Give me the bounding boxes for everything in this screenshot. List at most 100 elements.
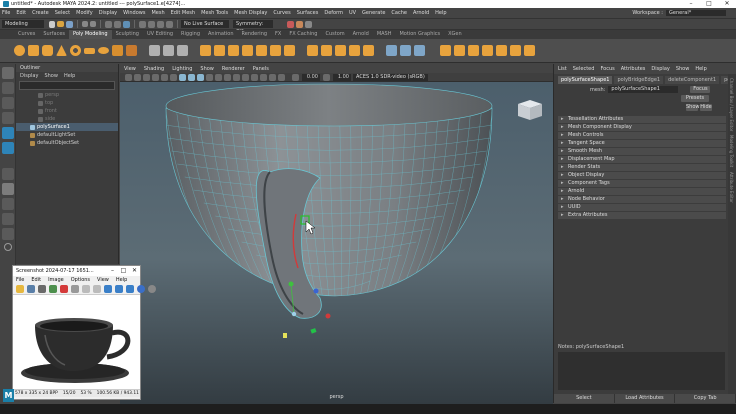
offset-edge-loop-icon[interactable] xyxy=(335,45,346,56)
undo-icon[interactable] xyxy=(82,21,88,27)
poly-cone-icon[interactable] xyxy=(56,45,67,56)
wireframe-icon[interactable] xyxy=(179,73,186,81)
presets-button[interactable]: Presets xyxy=(681,95,709,102)
wedge-icon[interactable] xyxy=(482,45,493,56)
gamma-field[interactable]: 1.00 xyxy=(333,73,351,81)
shelf-tab-mash[interactable]: MASH xyxy=(373,30,396,39)
viewer-maximize-icon[interactable]: □ xyxy=(118,266,129,276)
ae-menu-list[interactable]: List xyxy=(558,66,567,72)
load-attributes-button[interactable]: Load Attributes xyxy=(615,394,676,403)
select-button[interactable]: Select xyxy=(554,394,615,403)
lighting-icon[interactable] xyxy=(215,73,222,81)
ae-tab-polysurfaceshape1[interactable]: polySurfaceShape1 xyxy=(558,75,613,84)
manip-y-handle[interactable] xyxy=(288,281,294,287)
single-perspective-layout-icon[interactable] xyxy=(2,183,14,195)
section-component-tags[interactable]: Component Tags xyxy=(558,180,726,187)
ambient-occlusion-icon[interactable] xyxy=(233,73,240,81)
exposure-field[interactable]: 0.00 xyxy=(302,73,320,81)
image-plane-icon[interactable] xyxy=(143,73,150,81)
next-image-icon[interactable] xyxy=(126,285,134,293)
menu-deform[interactable]: Deform xyxy=(324,10,343,16)
open-folder-icon[interactable] xyxy=(16,285,24,293)
outliner-item[interactable]: front xyxy=(16,107,118,115)
shelf-tab-custom[interactable]: Custom xyxy=(321,30,348,39)
show-button[interactable]: Show xyxy=(686,104,700,111)
wireframe-on-shaded-icon[interactable] xyxy=(197,73,204,81)
quad-draw-icon[interactable] xyxy=(363,45,374,56)
poly-cube-icon[interactable] xyxy=(28,45,39,56)
shelf-tab-fx[interactable]: FX xyxy=(271,30,285,39)
menu-edit[interactable]: Edit xyxy=(16,10,26,16)
focus-button[interactable]: Focus xyxy=(690,86,711,93)
viewport-menu-lighting[interactable]: Lighting xyxy=(172,66,192,72)
cup-mesh-view[interactable] xyxy=(120,82,553,404)
viewer-title-bar[interactable]: Screenshot 2024-07-17 1651... – □ ✕ xyxy=(13,266,140,276)
shelf-tab-fx-caching[interactable]: FX Caching xyxy=(285,30,321,39)
menu-create[interactable]: Create xyxy=(32,10,49,16)
manip-center-handle[interactable] xyxy=(291,311,297,317)
gamma-icon[interactable] xyxy=(323,73,330,81)
anti-aliasing-icon[interactable] xyxy=(251,73,258,81)
smooth-icon[interactable] xyxy=(200,45,211,56)
viewport-menu-panels[interactable]: Panels xyxy=(253,66,269,72)
save-icon[interactable] xyxy=(38,285,46,293)
new-scene-icon[interactable] xyxy=(49,20,55,28)
side-tab-channel-box-layer-editor[interactable]: Channel Box / Layer Editor xyxy=(729,78,734,131)
xray-joints-icon[interactable] xyxy=(278,73,285,81)
motion-blur-icon[interactable] xyxy=(242,73,249,81)
menu-help[interactable]: Help xyxy=(435,10,446,16)
live-surface-field[interactable]: No Live Surface xyxy=(181,20,229,28)
menu-modify[interactable]: Modify xyxy=(76,10,93,16)
collapse-icon[interactable] xyxy=(496,45,507,56)
shelf-tab-uv-editing[interactable]: UV Editing xyxy=(143,30,177,39)
symmetry-dropdown[interactable]: Symmetry: Off xyxy=(233,20,273,35)
manip-x-handle[interactable] xyxy=(325,313,331,319)
menu-mesh[interactable]: Mesh xyxy=(151,10,164,16)
manip-z-handle[interactable] xyxy=(313,288,319,294)
textured-icon[interactable] xyxy=(206,73,213,81)
ae-tab-polybridgeedge1[interactable]: polyBridgeEdge1 xyxy=(614,75,664,84)
film-gate-icon[interactable] xyxy=(161,73,168,81)
viewer-menu-help[interactable]: Help xyxy=(116,276,127,284)
side-tab-modeling-toolkit[interactable]: Modeling Toolkit xyxy=(729,135,734,167)
append-polygon-icon[interactable] xyxy=(349,45,360,56)
menu-mesh-display[interactable]: Mesh Display xyxy=(234,10,267,16)
poly-plane-icon[interactable] xyxy=(84,47,95,54)
shelf-tab-rendering[interactable]: Rendering xyxy=(238,30,272,39)
poly-torus-icon[interactable] xyxy=(70,45,81,56)
menu-select[interactable]: Select xyxy=(55,10,70,16)
retopologize-icon[interactable] xyxy=(510,45,521,56)
viewer-menu-edit[interactable]: Edit xyxy=(31,276,41,284)
ae-menu-show[interactable]: Show xyxy=(676,66,690,72)
open-scene-icon[interactable] xyxy=(57,21,64,27)
menu-curves[interactable]: Curves xyxy=(273,10,290,16)
redo-icon[interactable] xyxy=(90,21,96,27)
outliner-item[interactable]: defaultLightSet xyxy=(16,131,118,139)
ae-menu-attributes[interactable]: Attributes xyxy=(621,66,646,72)
section-mesh-controls[interactable]: Mesh Controls xyxy=(558,132,726,139)
copy-icon[interactable] xyxy=(82,285,90,293)
viewer-menu-view[interactable]: View xyxy=(97,276,109,284)
outliner-item[interactable]: persp xyxy=(16,91,118,99)
ipr-render-icon[interactable] xyxy=(296,20,303,28)
menu-windows[interactable]: Windows xyxy=(123,10,145,16)
section-object-display[interactable]: Object Display xyxy=(558,172,726,179)
delete-icon[interactable] xyxy=(60,285,68,293)
automatic-mapping-icon[interactable] xyxy=(400,45,411,56)
cut-icon[interactable] xyxy=(71,285,79,293)
section-tangent-space[interactable]: Tangent Space xyxy=(558,140,726,147)
outliner-item[interactable]: defaultObjectSet xyxy=(16,139,118,147)
render-icon[interactable] xyxy=(287,20,294,28)
viewer-menu-file[interactable]: File xyxy=(16,276,24,284)
exposure-icon[interactable] xyxy=(292,73,299,81)
shelf-tab-surfaces[interactable]: Surfaces xyxy=(39,30,69,39)
slideshow-icon[interactable] xyxy=(49,285,57,293)
menu-cache[interactable]: Cache xyxy=(391,10,407,16)
menu-set-dropdown[interactable]: Modeling xyxy=(2,20,44,28)
manip-plane-handle[interactable] xyxy=(310,328,317,334)
outliner-menu-show[interactable]: Show xyxy=(44,73,58,79)
maximize-icon[interactable]: □ xyxy=(700,0,718,8)
color-space-dropdown[interactable]: ACES 1.0 SDR-video (sRGB) xyxy=(353,73,428,81)
bevel-icon[interactable] xyxy=(214,45,225,56)
section-mesh-component-display[interactable]: Mesh Component Display xyxy=(558,124,726,131)
